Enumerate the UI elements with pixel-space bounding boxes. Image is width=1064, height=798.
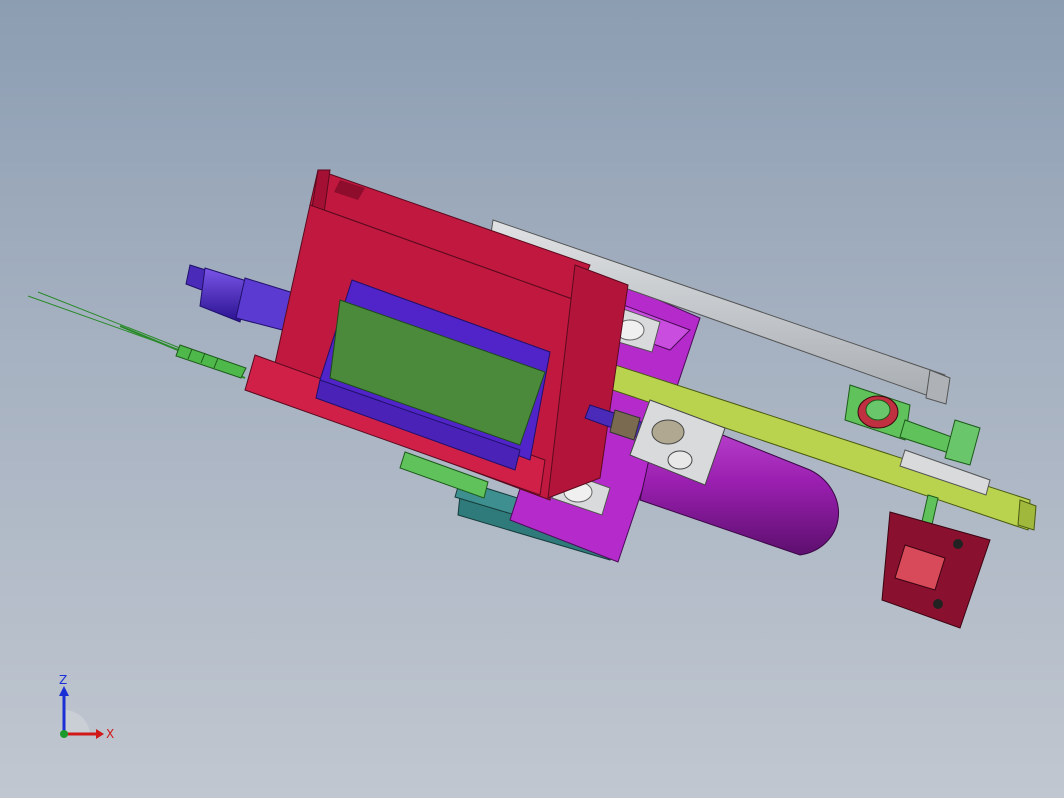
y-axis-dot <box>60 730 68 738</box>
triad-plane <box>64 709 90 734</box>
x-axis-head <box>96 729 104 739</box>
sensor-bracket[interactable] <box>881 511 991 629</box>
hydraulic-fitting[interactable] <box>185 264 301 333</box>
orientation-triad: Z X <box>59 673 114 741</box>
pivot-block[interactable] <box>844 384 911 441</box>
x-axis-label: X <box>106 727 114 741</box>
cad-viewport[interactable]: Z X <box>0 0 1064 798</box>
cad-assembly-model[interactable] <box>0 0 1064 798</box>
z-axis-label: Z <box>59 673 67 687</box>
proximity-sensor[interactable] <box>175 344 247 379</box>
z-axis-head <box>59 686 69 696</box>
